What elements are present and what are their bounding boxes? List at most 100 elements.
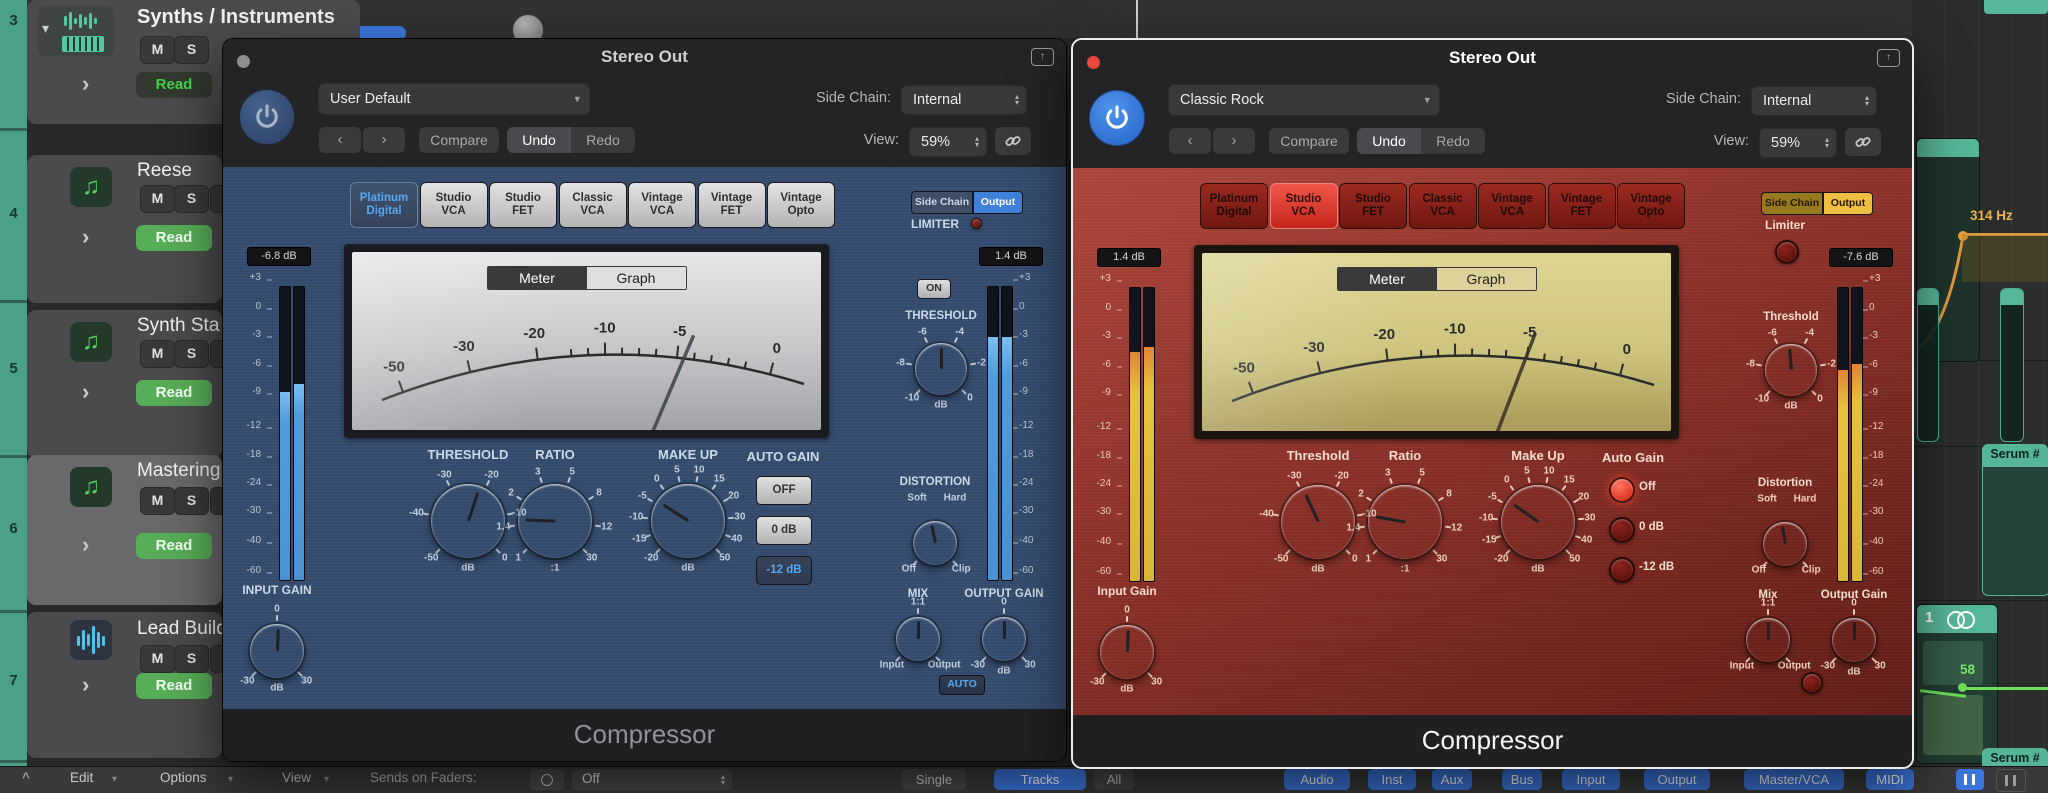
circuit-type-vintage-fet[interactable]: VintageFET	[698, 182, 766, 228]
circuit-type-studio-vca[interactable]: StudioVCA	[420, 182, 488, 228]
disclosure-chevron-icon[interactable]: ›	[82, 227, 89, 247]
disclosure-chevron-icon[interactable]: ›	[82, 382, 89, 402]
circuit-type-studio-vca[interactable]: StudioVCA	[1270, 183, 1338, 229]
limiter-threshold-knob[interactable]	[1765, 344, 1817, 396]
limiter-led-button[interactable]	[1775, 240, 1799, 264]
filter-midi[interactable]: MIDI	[1866, 769, 1914, 790]
bypass-mode-dropdown[interactable]: Off▴ ▾	[572, 769, 732, 790]
toggle-graph[interactable]: Graph	[587, 267, 686, 289]
side-chain-dropdown[interactable]: Internal▴ ▾	[901, 85, 1027, 115]
input-gain-knob[interactable]	[250, 624, 304, 678]
filter-master-vca[interactable]: Master/VCA	[1744, 769, 1844, 790]
view-mode-tracks[interactable]: Tracks	[994, 769, 1086, 790]
preset-prev-button[interactable]: ‹	[1169, 128, 1211, 154]
distortion-knob[interactable]	[1763, 522, 1807, 566]
mute-button[interactable]: M	[140, 487, 175, 515]
tab-output[interactable]: Output	[973, 191, 1023, 214]
track-header-mastering[interactable]: ♫MasteringMSR›Read	[27, 455, 222, 605]
output-gain-knob[interactable]	[982, 617, 1026, 661]
filter-bus[interactable]: Bus	[1502, 769, 1542, 790]
preset-next-button[interactable]: ›	[363, 127, 405, 153]
collapse-toolbar-icon[interactable]: ^	[22, 770, 30, 790]
filter-audio[interactable]: Audio	[1284, 769, 1350, 790]
meter-graph-toggle[interactable]: MeterGraph	[487, 266, 687, 290]
view-mode-all[interactable]: All	[1094, 769, 1134, 790]
auto-gain-option-12-db[interactable]: -12 dB	[756, 556, 812, 585]
solo-button[interactable]: S	[174, 36, 209, 64]
track-header-lead-build[interactable]: Lead BuildMSR›Read	[27, 612, 222, 758]
link-button[interactable]	[1845, 128, 1881, 156]
mute-button[interactable]: M	[140, 645, 175, 673]
window-mode-icon[interactable]: ↑	[1877, 49, 1900, 67]
plugin-power-button[interactable]	[1089, 90, 1145, 146]
mute-button[interactable]: M	[140, 185, 175, 213]
preset-dropdown[interactable]: Classic Rock▾	[1168, 84, 1440, 116]
solo-button[interactable]: S	[174, 185, 209, 213]
auto-gain-option-0-db[interactable]: 0 dB	[756, 516, 812, 545]
ratio-knob[interactable]	[1368, 485, 1442, 559]
auto-gain-led-0-db[interactable]	[1609, 517, 1635, 543]
auto-release-button[interactable]: AUTO	[939, 675, 985, 695]
circuit-type-vintage-vca[interactable]: VintageVCA	[628, 182, 696, 228]
circuit-type-studio-fet[interactable]: StudioFET	[1339, 183, 1407, 229]
preset-next-button[interactable]: ›	[1213, 128, 1255, 154]
circuit-type-vintage-opto[interactable]: VintageOpto	[1617, 183, 1685, 229]
mixer-view-icon[interactable]	[1956, 769, 1984, 790]
compare-button[interactable]: Compare	[419, 127, 499, 153]
track-header-synth-sta[interactable]: ♫Synth StaMSR›Read	[27, 310, 222, 458]
auto-gain-option-off[interactable]: OFF	[756, 476, 812, 505]
redo-button[interactable]: Redo	[571, 127, 635, 153]
solo-button[interactable]: S	[174, 645, 209, 673]
undo-button[interactable]: Undo	[507, 127, 571, 153]
filter-aux[interactable]: Aux	[1432, 769, 1472, 790]
preset-dropdown[interactable]: User Default▾	[318, 83, 590, 115]
tab-side-chain[interactable]: Side Chain	[1761, 192, 1823, 215]
ratio-knob[interactable]	[518, 484, 592, 558]
plugin-power-button[interactable]	[239, 89, 295, 145]
compare-button[interactable]: Compare	[1269, 128, 1349, 154]
menu-edit[interactable]: Edit	[70, 770, 93, 790]
menu-options[interactable]: Options	[160, 770, 207, 790]
toggle-meter[interactable]: Meter	[1338, 268, 1437, 290]
narrow-midi-region[interactable]	[2000, 288, 2024, 442]
automation-read-button[interactable]: Read	[136, 72, 212, 98]
undo-button[interactable]: Undo	[1357, 128, 1421, 154]
disclosure-chevron-icon[interactable]: ›	[82, 74, 89, 94]
disclosure-chevron-icon[interactable]: ›	[82, 535, 89, 555]
circuit-type-vintage-fet[interactable]: VintageFET	[1548, 183, 1616, 229]
window-mode-icon[interactable]: ↑	[1031, 48, 1054, 66]
strip-view-icon[interactable]	[1996, 769, 2026, 792]
mix-knob[interactable]	[896, 617, 940, 661]
preset-prev-button[interactable]: ‹	[319, 127, 361, 153]
mix-knob[interactable]	[1746, 618, 1790, 662]
midi-region-looped[interactable]: 1	[1916, 604, 1998, 764]
filter-output[interactable]: Output	[1644, 769, 1710, 790]
circuit-type-vintage-opto[interactable]: VintageOpto	[767, 182, 835, 228]
solo-button[interactable]: S	[174, 487, 209, 515]
make-up-knob[interactable]	[1501, 485, 1575, 559]
automation-read-button[interactable]: Read	[136, 380, 212, 406]
narrow-midi-region[interactable]	[1917, 288, 1939, 442]
track-header-reese[interactable]: ♫ReeseMSR›Read	[27, 155, 222, 303]
make-up-knob[interactable]	[651, 484, 725, 558]
tab-output[interactable]: Output	[1823, 192, 1873, 215]
circuit-type-platinum-digital[interactable]: PlatinumDigital	[1200, 183, 1268, 229]
circuit-type-studio-fet[interactable]: StudioFET	[489, 182, 557, 228]
mute-button[interactable]: M	[140, 36, 175, 64]
automation-read-button[interactable]: Read	[136, 673, 212, 699]
automation-read-button[interactable]: Read	[136, 533, 212, 559]
link-button[interactable]	[995, 127, 1031, 155]
collapse-chevron-icon[interactable]: ▾	[42, 20, 49, 37]
meter-graph-toggle[interactable]: MeterGraph	[1337, 267, 1537, 291]
auto-gain-led-off[interactable]	[1609, 477, 1635, 503]
auto-gain-led-12-db[interactable]	[1609, 557, 1635, 583]
toggle-meter[interactable]: Meter	[488, 267, 587, 289]
input-gain-knob[interactable]	[1100, 625, 1154, 679]
side-chain-dropdown[interactable]: Internal▴ ▾	[1751, 86, 1877, 116]
automation-read-button[interactable]: Read	[136, 225, 212, 251]
threshold-knob[interactable]	[1281, 485, 1355, 559]
output-gain-knob[interactable]	[1832, 618, 1876, 662]
limiter-on-button[interactable]: ON	[917, 279, 951, 299]
limiter-threshold-knob[interactable]	[915, 343, 967, 395]
distortion-knob[interactable]	[913, 521, 957, 565]
